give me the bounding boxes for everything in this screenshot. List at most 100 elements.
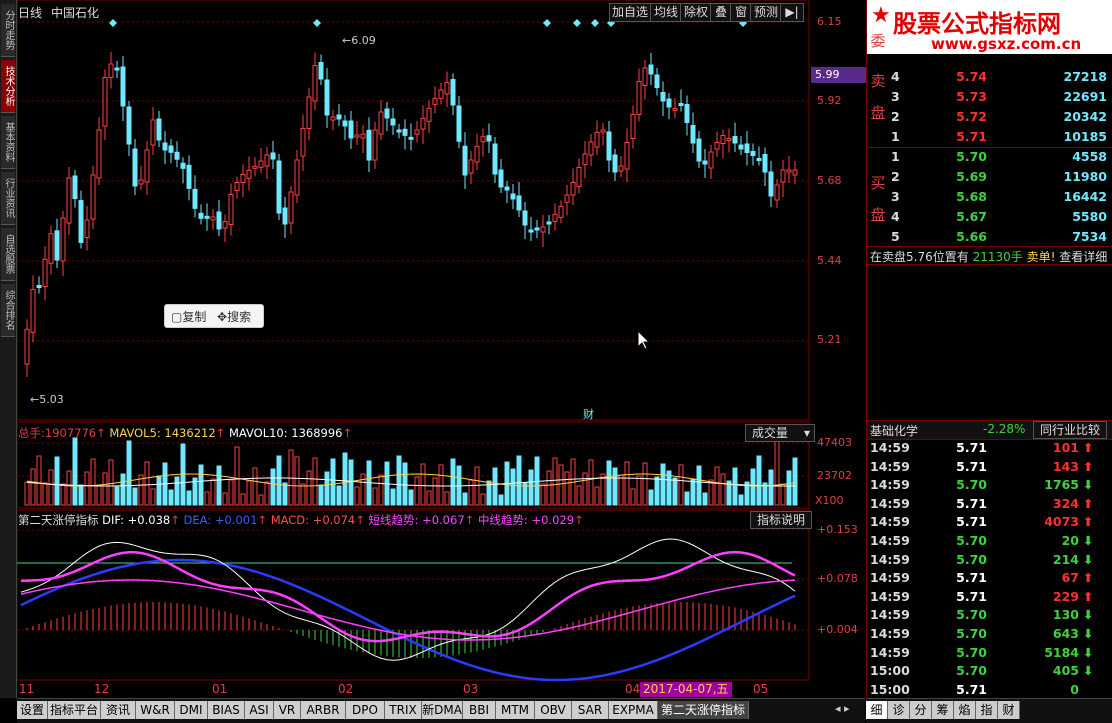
volume-unit: X100	[815, 494, 844, 507]
indicator-tab-6[interactable]: ASI	[245, 701, 274, 719]
indicator-tab-5[interactable]: BIAS	[208, 701, 245, 719]
volume-bar	[216, 465, 222, 506]
indicator-tab-9[interactable]: DPO	[346, 701, 385, 719]
indicator-tab-8[interactable]: ARBR	[301, 701, 346, 719]
indicator-tab-10[interactable]: TRIX	[385, 701, 422, 719]
candle-body	[678, 103, 684, 106]
price-tick: 6.15	[817, 15, 842, 28]
indicator-tab-3[interactable]: W&R	[136, 701, 175, 719]
candle-body	[54, 230, 60, 261]
order-row[interactable]: 4 5.74 27218	[867, 68, 1107, 87]
quote-tab-4[interactable]: 焰	[954, 701, 976, 719]
indicator-tab-0[interactable]: 设置	[17, 701, 48, 719]
candle-body	[660, 92, 666, 102]
period-label[interactable]: 日线	[18, 4, 42, 21]
copy-button[interactable]: ▢复制	[171, 308, 206, 325]
indicator-tab-11[interactable]: 新DMA	[422, 701, 463, 719]
candle-body	[342, 120, 348, 127]
indicator-tab-2[interactable]: 资讯	[101, 701, 136, 719]
volume-dropdown[interactable]: 成交量 ▾	[745, 424, 815, 442]
short-trend-line	[20, 550, 796, 643]
search-button[interactable]: ✥搜索	[217, 308, 251, 325]
arrow-down-icon: ⬇	[1083, 477, 1094, 493]
quote-tab-6[interactable]: 财	[998, 701, 1020, 719]
volume-bar	[780, 483, 786, 506]
indicator-tab-12[interactable]: BBI	[463, 701, 496, 719]
industry-row: 基础化学 -2.28% 同行业比较	[867, 420, 1112, 440]
candle-body	[402, 128, 408, 136]
left-tab-3[interactable]: 行业资讯	[1, 172, 15, 225]
volume-bar	[390, 488, 396, 506]
toolbar-button-4[interactable]: 窗	[730, 3, 752, 22]
left-tab-1[interactable]: 技术分析	[1, 60, 15, 113]
indicator-tab-15[interactable]: SAR	[572, 701, 609, 719]
indicator-tab-14[interactable]: OBV	[535, 701, 572, 719]
volume-bar	[276, 455, 282, 506]
candle-body	[294, 159, 300, 196]
left-tab-5[interactable]: 综合排名	[1, 284, 15, 337]
tick-price: 5.71	[956, 570, 987, 586]
candle-body	[96, 129, 102, 179]
industry-name[interactable]: 基础化学	[870, 422, 918, 439]
volume-bar	[444, 491, 450, 506]
order-notice[interactable]: 在卖盘5.76位置有 21130手 卖单! 查看详细	[870, 248, 1107, 265]
order-row[interactable]: 2 5.72 20342	[867, 108, 1107, 127]
indicator-help-button[interactable]: 指标说明	[750, 511, 812, 529]
indicator-tab-7[interactable]: VR	[274, 701, 301, 719]
order-row[interactable]: 3 5.73 22691	[867, 88, 1107, 107]
candle-body	[744, 143, 750, 153]
candle-body	[360, 133, 366, 139]
candle-body	[546, 221, 552, 225]
toolbar-button-1[interactable]: 均线	[650, 3, 682, 22]
candle-body	[666, 98, 672, 108]
order-row[interactable]: 3 5.68 16442	[867, 188, 1107, 207]
indicator-tab-16[interactable]: EXPMA	[609, 701, 658, 719]
volume-bar	[768, 469, 774, 506]
candle-body	[792, 169, 798, 176]
order-row[interactable]: 4 5.67 5580	[867, 208, 1107, 227]
order-row[interactable]: 2 5.69 11980	[867, 168, 1107, 187]
quote-tab-1[interactable]: 诊	[888, 701, 910, 719]
volume-bar	[732, 467, 738, 506]
left-tab-2[interactable]: 基本资料	[1, 116, 15, 169]
finance-marker[interactable]: 财	[583, 406, 594, 422]
order-row[interactable]: 5 5.66 7534	[867, 228, 1107, 247]
indicator-tab-17[interactable]: 第二天涨停指标	[658, 701, 749, 719]
quote-tab-2[interactable]: 分	[910, 701, 932, 719]
industry-compare-button[interactable]: 同行业比较	[1033, 421, 1107, 439]
candle-body	[276, 160, 282, 214]
toolbar-button-0[interactable]: 加自选	[609, 3, 651, 22]
toolbar-button-2[interactable]: 除权	[680, 3, 712, 22]
tick-row: 14:59 5.71 67 ⬆	[867, 570, 1107, 589]
kline-chart-svg[interactable]	[17, 0, 865, 698]
quote-tab-3[interactable]: 筹	[932, 701, 954, 719]
candle-body	[702, 160, 708, 165]
toolbar-button-5[interactable]: 预测	[750, 3, 782, 22]
price-tick: 5.68	[817, 174, 842, 187]
volume-bar	[318, 484, 324, 506]
chart-area[interactable]: 日线 中国石化 加自选 均线 除权叠窗预测 ▶| 6.15 5.99 5.92 5.6…	[17, 0, 869, 698]
x-axis-label: 12	[94, 682, 110, 696]
indicator-tab-13[interactable]: MTM	[496, 701, 535, 719]
tick-volume: 405	[1052, 663, 1079, 679]
left-tab-0[interactable]: 分时走势	[1, 4, 15, 57]
volume-bar	[408, 489, 414, 506]
indicator-title: 第二天涨停指标 DIF: +0.038↑ DEA: +0.001↑ MACD: …	[18, 513, 584, 527]
volume-bar	[654, 476, 660, 506]
volume-bar	[474, 466, 480, 506]
order-row[interactable]: 1 5.71 10185	[867, 128, 1107, 147]
candle-body	[654, 74, 660, 88]
toolbar-button-6[interactable]: ▶|	[780, 3, 804, 22]
price-tick: 5.44	[817, 254, 842, 267]
indicator-tab-4[interactable]: DMI	[175, 701, 208, 719]
candle-body	[474, 146, 480, 163]
candle-body	[288, 191, 294, 224]
left-tab-4[interactable]: 自选股票	[1, 228, 15, 281]
indicator-tab-1[interactable]: 指标平台	[48, 701, 101, 719]
quote-tab-0[interactable]: 细	[866, 701, 888, 719]
tab-scroll-arrows-icon[interactable]: ◂ ▸	[835, 702, 850, 715]
toolbar-button-3[interactable]: 叠	[710, 3, 732, 22]
quote-tab-5[interactable]: 指	[976, 701, 998, 719]
order-row[interactable]: 1 5.70 4558	[867, 148, 1107, 167]
volume-bar	[42, 482, 48, 506]
